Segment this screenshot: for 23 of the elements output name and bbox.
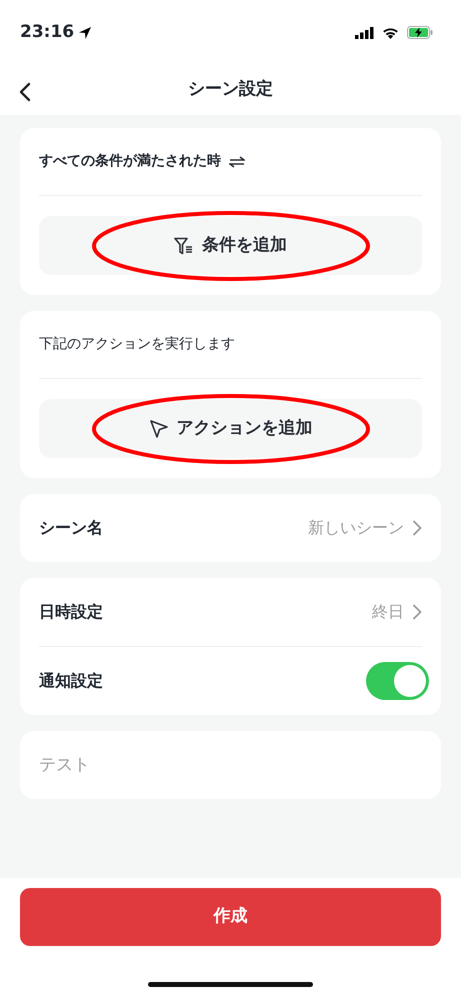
setting-value[interactable]: 新しいシーン [308,516,404,540]
battery-icon [407,26,433,39]
toggle-switch[interactable] [366,662,429,700]
signal-icon [355,26,374,38]
wifi-icon [382,26,399,38]
setting-value[interactable]: 終日 [372,600,404,624]
swap-icon [229,156,245,168]
add-button[interactable]: 条件を追加 [39,216,422,275]
note-field[interactable]: テスト [20,731,441,799]
cursor-icon [148,418,168,438]
setting-label: シーン名 [39,517,103,539]
setting-label: 日時設定 [39,601,103,623]
status-time: 23:16 [20,20,74,44]
setting-label: 通知設定 [39,670,103,692]
filter-icon [174,236,194,254]
add-button[interactable]: アクションを追加 [39,399,422,458]
page-title: シーン設定 [188,78,273,102]
create-button[interactable]: 作成 [20,888,441,946]
section-title: すべての条件が満たされた時 [39,152,221,171]
section-title: 下記のアクションを実行します [39,335,235,354]
chevron-right-icon[interactable] [412,604,422,620]
location-icon [78,26,92,40]
chevron-right-icon[interactable] [412,520,422,536]
